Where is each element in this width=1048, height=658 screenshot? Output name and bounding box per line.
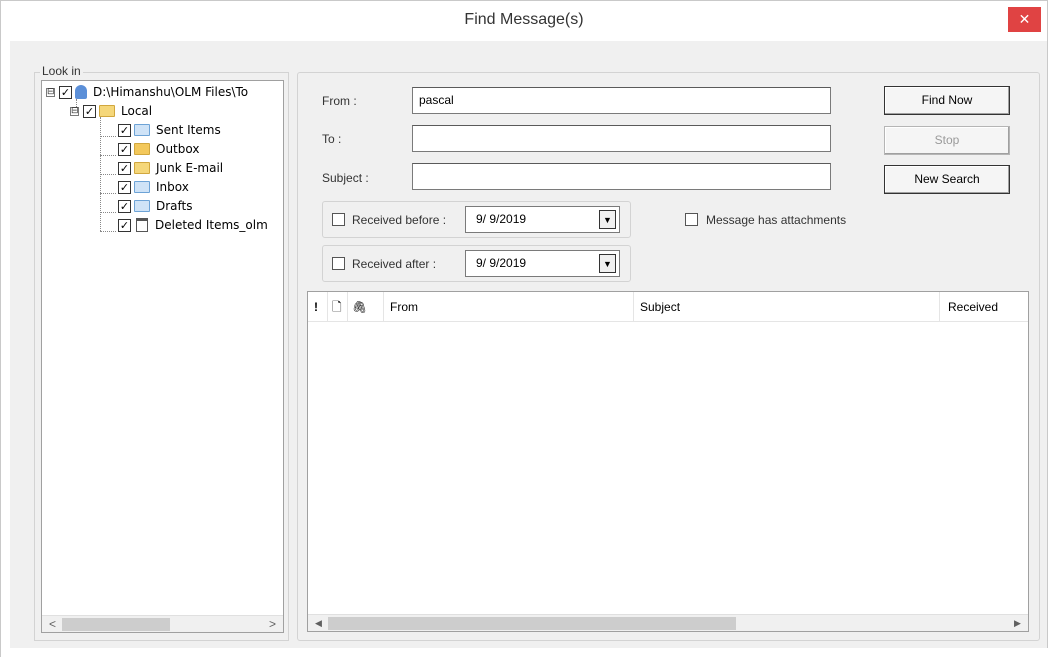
collapse-icon[interactable]: ⊟: [70, 106, 79, 116]
inbox-icon: [134, 181, 150, 193]
tree-item-inbox[interactable]: ✓ Inbox: [118, 178, 189, 196]
tree-item-junk-email[interactable]: ✓ Junk E-mail: [118, 159, 223, 177]
dropdown-arrow-icon[interactable]: ▼: [599, 254, 616, 273]
received-after-date-value: 9/ 9/2019: [476, 256, 527, 270]
subject-field[interactable]: [412, 163, 831, 190]
scrollbar-thumb[interactable]: [62, 618, 170, 631]
received-after-checkbox[interactable]: [332, 257, 345, 270]
tree-item-label: Drafts: [156, 199, 193, 213]
column-type-icon[interactable]: 🗋: [328, 292, 348, 322]
column-subject[interactable]: Subject: [634, 292, 940, 322]
subject-label: Subject :: [322, 171, 369, 185]
attachments-checkbox[interactable]: [685, 213, 698, 226]
results-list[interactable]: ! 🗋 🖇 From Subject Received ◀ ▶: [307, 291, 1029, 632]
tree-item-outbox[interactable]: ✓ Outbox: [118, 140, 199, 158]
from-label: From :: [322, 94, 357, 108]
tree-item-drafts[interactable]: ✓ Drafts: [118, 197, 193, 215]
checkbox-checked-icon[interactable]: ✓: [59, 85, 72, 99]
sent-items-icon: [134, 124, 150, 136]
tree-connector: [100, 174, 116, 175]
tree-item-label: Deleted Items_olm: [155, 218, 268, 232]
window-title: Find Message(s): [464, 11, 584, 28]
to-label: To :: [322, 132, 342, 146]
checkbox-checked-icon[interactable]: ✓: [118, 161, 131, 175]
received-before-label: Received before :: [352, 213, 447, 227]
find-messages-window: Find Message(s) ✕ Look in ⊟ ✓ D:\Himansh…: [0, 0, 1048, 658]
tree-item-label: D:\Himanshu\OLM Files\To: [93, 85, 249, 99]
received-before-date-value: 9/ 9/2019: [476, 212, 527, 226]
tree-item-local[interactable]: ⊟ ✓ Local: [70, 102, 152, 120]
outbox-icon: [134, 143, 150, 155]
scroll-right-icon[interactable]: >: [264, 617, 281, 632]
dropdown-arrow-icon[interactable]: ▼: [599, 210, 616, 229]
collapse-icon[interactable]: ⊟: [46, 87, 55, 97]
received-before-date-picker[interactable]: 9/ 9/2019 ▼: [465, 206, 620, 233]
close-icon: ✕: [1018, 11, 1031, 27]
received-before-checkbox[interactable]: [332, 213, 345, 226]
close-button[interactable]: ✕: [1008, 7, 1041, 32]
tree-item-label: Junk E-mail: [156, 161, 224, 175]
received-after-label: Received after :: [352, 257, 437, 271]
column-attachment-icon[interactable]: 🖇: [348, 292, 384, 322]
folder-icon: [134, 162, 150, 174]
results-horizontal-scrollbar[interactable]: ◀ ▶: [308, 614, 1028, 631]
received-after-date-picker[interactable]: 9/ 9/2019 ▼: [465, 250, 620, 277]
window-left-edge: [1, 41, 10, 658]
tree-item-label: Inbox: [156, 180, 189, 194]
scroll-left-icon[interactable]: <: [44, 617, 61, 632]
folder-tree[interactable]: ⊟ ✓ D:\Himanshu\OLM Files\To ⊟ ✓ Local ✓…: [41, 80, 284, 633]
checkbox-checked-icon[interactable]: ✓: [118, 180, 131, 194]
tree-horizontal-scrollbar[interactable]: < >: [42, 615, 283, 632]
column-received[interactable]: Received: [940, 292, 1028, 322]
find-now-button[interactable]: Find Now: [884, 86, 1010, 115]
column-importance[interactable]: !: [308, 292, 328, 322]
tree-connector: [100, 231, 116, 232]
column-from[interactable]: From: [384, 292, 634, 322]
stop-button[interactable]: Stop: [884, 126, 1010, 155]
tree-item-root[interactable]: ⊟ ✓ D:\Himanshu\OLM Files\To: [46, 83, 248, 101]
to-field[interactable]: [412, 125, 831, 152]
tree-connector: [100, 212, 116, 213]
title-bar: Find Message(s) ✕: [1, 1, 1047, 41]
results-header: ! 🗋 🖇 From Subject Received: [308, 292, 1028, 322]
drafts-icon: [134, 200, 150, 212]
new-search-button[interactable]: New Search: [884, 165, 1010, 194]
tree-item-deleted-items[interactable]: ✓ Deleted Items_olm: [118, 216, 268, 234]
look-in-label: Look in: [40, 64, 83, 78]
checkbox-checked-icon[interactable]: ✓: [118, 218, 131, 232]
tree-item-sent-items[interactable]: ✓ Sent Items: [118, 121, 221, 139]
folder-icon: [99, 105, 115, 117]
scroll-right-icon[interactable]: ▶: [1009, 616, 1026, 631]
trash-icon: [136, 218, 148, 232]
checkbox-checked-icon[interactable]: ✓: [118, 123, 131, 137]
checkbox-checked-icon[interactable]: ✓: [83, 104, 96, 118]
tree-connector: [100, 155, 116, 156]
checkbox-checked-icon[interactable]: ✓: [118, 142, 131, 156]
tree-connector: [100, 193, 116, 194]
tree-item-label: Outbox: [156, 142, 200, 156]
scrollbar-thumb[interactable]: [328, 617, 736, 630]
tree-item-label: Sent Items: [156, 123, 221, 137]
from-field[interactable]: pascal: [412, 87, 831, 114]
tree-item-label: Local: [121, 104, 153, 118]
checkbox-checked-icon[interactable]: ✓: [118, 199, 131, 213]
drive-icon: [75, 85, 87, 99]
tree-connector: [100, 136, 116, 137]
scroll-left-icon[interactable]: ◀: [310, 616, 327, 631]
attachments-label: Message has attachments: [706, 213, 847, 227]
